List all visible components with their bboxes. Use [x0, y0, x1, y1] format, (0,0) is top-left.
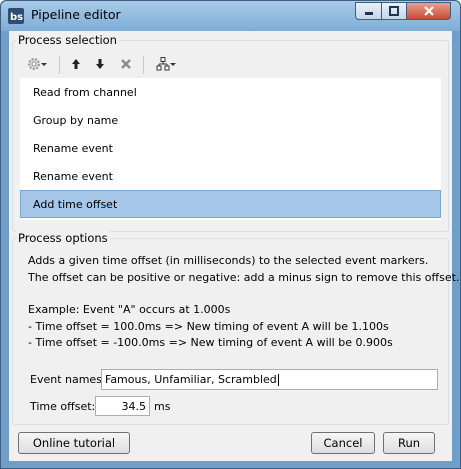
maximize-icon	[389, 6, 399, 16]
event-names-input[interactable]: Famous, Unfamiliar, Scrambled	[101, 369, 438, 390]
time-offset-value: 34.5	[121, 399, 147, 413]
description-line: - Time offset = 100.0ms => New timing of…	[28, 320, 389, 333]
time-offset-unit: ms	[154, 400, 171, 413]
delete-process-button[interactable]	[116, 55, 136, 73]
list-item-label: Add time offset	[33, 198, 118, 211]
chevron-down-icon	[169, 62, 176, 66]
minimize-button[interactable]	[355, 2, 382, 20]
bs-logo-icon: bs	[8, 8, 24, 24]
list-item[interactable]: Rename event	[20, 134, 441, 162]
list-item-label: Rename event	[33, 170, 113, 183]
process-list: Read from channel Group by name Rename e…	[20, 78, 441, 220]
run-button[interactable]: Run	[383, 432, 435, 454]
delete-x-icon	[121, 59, 131, 69]
description-line: Example: Event "A" occurs at 1.000s	[28, 303, 231, 316]
list-item-label: Rename event	[33, 142, 113, 155]
time-offset-input[interactable]: 34.5	[95, 396, 150, 416]
event-names-label: Event names:	[30, 373, 106, 386]
online-tutorial-button[interactable]: Online tutorial	[18, 432, 130, 454]
text-caret	[277, 373, 279, 386]
time-offset-label: Time offset:	[30, 400, 96, 413]
chevron-down-icon	[40, 62, 47, 66]
list-item-label: Group by name	[33, 114, 119, 127]
list-item[interactable]: Read from channel	[20, 78, 441, 106]
minimize-icon	[364, 12, 373, 15]
gear-icon	[27, 58, 40, 70]
close-icon	[423, 6, 434, 16]
list-item[interactable]: Rename event	[20, 162, 441, 190]
process-options-label: Process options	[16, 231, 110, 245]
tree-icon	[156, 57, 169, 71]
title-bar[interactable]: bs Pipeline editor	[1, 1, 460, 31]
pipeline-editor-window: bs Pipeline editor Process selection Rea…	[0, 0, 461, 469]
add-process-button[interactable]	[22, 55, 52, 73]
event-names-value: Famous, Unfamiliar, Scrambled	[105, 373, 277, 386]
dialog-body: Process selection Read from channel Grou…	[9, 31, 459, 461]
window-title: Pipeline editor	[31, 7, 121, 22]
arrow-down-icon	[96, 59, 104, 69]
svg-text:bs: bs	[10, 12, 23, 23]
pipeline-menu-button[interactable]	[150, 55, 182, 73]
move-up-button[interactable]	[66, 55, 86, 73]
list-item[interactable]: Group by name	[20, 106, 441, 134]
process-selection-label: Process selection	[16, 33, 119, 47]
toolbar-separator	[59, 56, 60, 74]
close-button[interactable]	[406, 2, 451, 20]
list-item-label: Read from channel	[33, 86, 137, 99]
maximize-button[interactable]	[381, 2, 407, 20]
description-line: Adds a given time offset (in millisecond…	[28, 254, 429, 267]
arrow-up-icon	[72, 59, 80, 69]
cancel-button[interactable]: Cancel	[311, 432, 375, 454]
list-item-selected[interactable]: Add time offset	[20, 190, 441, 218]
description-line: The offset can be positive or negative: …	[28, 271, 460, 284]
move-down-button[interactable]	[90, 55, 110, 73]
description-line: - Time offset = -100.0ms => New timing o…	[28, 336, 393, 349]
toolbar-separator	[143, 56, 144, 74]
